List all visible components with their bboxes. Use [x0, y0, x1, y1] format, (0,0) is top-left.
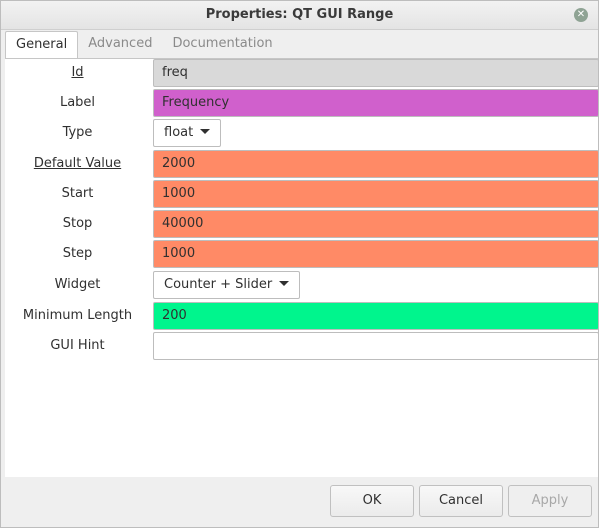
label-field[interactable]: Frequency	[153, 89, 599, 117]
id-label: Id	[71, 65, 84, 80]
row-start: Start 1000	[5, 180, 599, 208]
step-field[interactable]: 1000	[153, 240, 599, 268]
stop-label: Stop	[62, 216, 93, 231]
stop-field[interactable]: 40000	[153, 210, 599, 238]
default-value-label: Default Value	[33, 156, 122, 171]
tab-advanced[interactable]: Advanced	[78, 31, 162, 57]
apply-button[interactable]: Apply	[508, 485, 592, 517]
default-value-field[interactable]: 2000	[153, 150, 599, 178]
start-field[interactable]: 1000	[153, 180, 599, 208]
type-dropdown[interactable]: float	[153, 119, 222, 147]
minimum-length-field[interactable]: 200	[153, 302, 599, 330]
row-stop: Stop 40000	[5, 210, 599, 238]
row-id: Id freq	[5, 59, 599, 87]
step-label: Step	[62, 246, 93, 261]
row-gui-hint: GUI Hint	[5, 332, 599, 360]
row-minimum-length: Minimum Length 200	[5, 302, 599, 330]
gui-hint-label: GUI Hint	[50, 338, 105, 353]
tab-documentation[interactable]: Documentation	[162, 31, 282, 57]
widget-dropdown[interactable]: Counter + Slider	[153, 271, 301, 299]
window-title: Properties: QT GUI Range	[205, 7, 394, 22]
minimum-length-label: Minimum Length	[22, 308, 133, 323]
type-label: Type	[62, 125, 93, 140]
widget-label: Widget	[54, 277, 101, 292]
properties-dialog: Properties: QT GUI Range ✕ General Advan…	[0, 0, 599, 528]
widget-value: Counter + Slider	[164, 277, 273, 292]
tab-general[interactable]: General	[5, 31, 79, 59]
ok-button[interactable]: OK	[330, 485, 414, 517]
chevron-down-icon	[279, 281, 290, 286]
cancel-button[interactable]: Cancel	[419, 485, 503, 517]
id-field[interactable]: freq	[153, 59, 599, 87]
row-widget: Widget Counter + Slider	[5, 271, 598, 299]
general-panel: Id freq Label Frequency Type float Defau…	[5, 58, 599, 479]
row-default-value: Default Value 2000	[5, 150, 599, 178]
label-label: Label	[59, 95, 96, 110]
title-bar[interactable]: Properties: QT GUI Range ✕	[1, 1, 598, 30]
button-bar: OK Cancel Apply	[1, 477, 598, 527]
start-label: Start	[61, 186, 94, 201]
close-icon[interactable]: ✕	[574, 8, 588, 22]
gui-hint-field[interactable]	[153, 332, 599, 360]
row-type: Type float	[5, 119, 598, 147]
type-value: float	[164, 125, 194, 140]
chevron-down-icon	[200, 129, 211, 134]
row-label: Label Frequency	[5, 89, 599, 117]
tab-bar: General Advanced Documentation	[5, 31, 283, 59]
row-step: Step 1000	[5, 240, 599, 268]
